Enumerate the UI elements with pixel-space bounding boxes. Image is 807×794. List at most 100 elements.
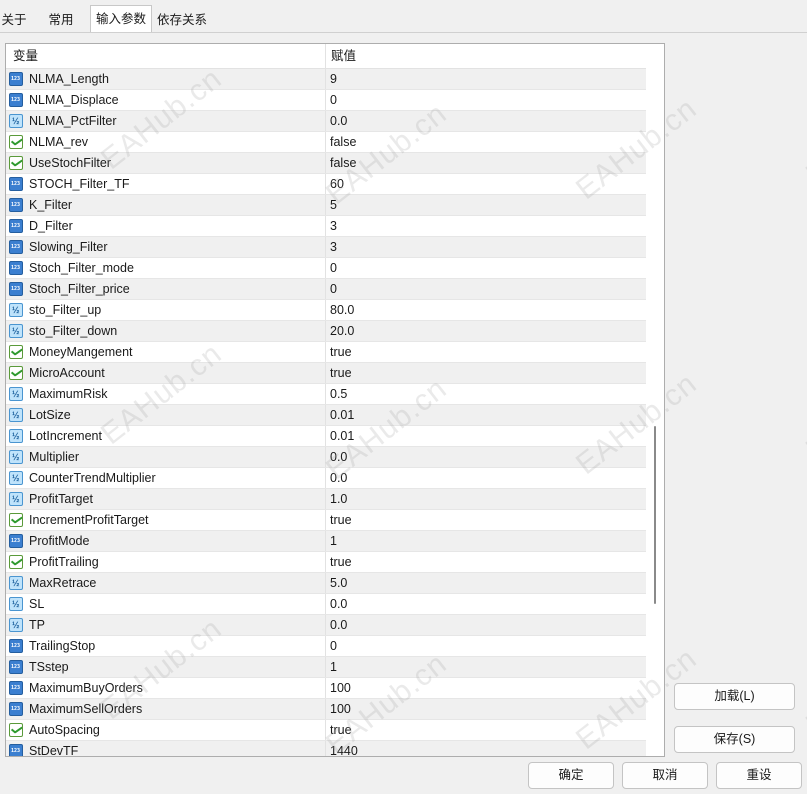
inputs-table: 变量 赋值 NLMA_Length9NLMA_Displace0NLMA_Pct… [5,43,665,757]
variable-cell: sto_Filter_down [6,321,326,341]
table-row[interactable]: NLMA_PctFilter 0.0 [6,111,647,132]
variable-value[interactable]: 3 [330,237,337,257]
table-row[interactable]: IncrementProfitTarget true [6,510,647,531]
table-row[interactable]: sto_Filter_down 20.0 [6,321,647,342]
variable-value[interactable]: false [330,153,356,173]
variable-value[interactable]: 0 [330,279,337,299]
double-type-icon [9,492,23,506]
table-row[interactable]: ProfitMode 1 [6,531,647,552]
variable-value[interactable]: 0 [330,636,337,656]
variable-name: CounterTrendMultiplier [29,471,156,485]
variable-value[interactable]: 1.0 [330,489,347,509]
variable-value[interactable]: 1 [330,657,337,677]
double-type-icon [9,450,23,464]
column-header-variable[interactable]: 变量 [13,44,38,69]
column-separator[interactable] [325,44,326,69]
table-row[interactable]: MaximumSellOrders 100 [6,699,647,720]
vertical-scrollbar[interactable] [646,44,664,756]
table-row[interactable]: Slowing_Filter 3 [6,237,647,258]
tab-dependencies[interactable]: 依存关系 [154,8,210,32]
variable-value[interactable]: 5 [330,195,337,215]
table-row[interactable]: MaxRetrace 5.0 [6,573,647,594]
table-row[interactable]: AutoSpacing true [6,720,647,741]
table-row[interactable]: Multiplier 0.0 [6,447,647,468]
variable-value[interactable]: true [330,510,352,530]
variable-value[interactable]: 3 [330,216,337,236]
variable-value[interactable]: 80.0 [330,300,354,320]
variable-value[interactable]: 1 [330,531,337,551]
save-button[interactable]: 保存(S) [674,726,795,753]
tab-inputs[interactable]: 输入参数 [90,5,152,33]
table-row[interactable]: MaximumRisk 0.5 [6,384,647,405]
variable-value[interactable]: 1440 [330,741,358,756]
variable-value[interactable]: false [330,132,356,152]
bool-type-icon [9,156,23,170]
variable-value[interactable]: 9 [330,69,337,89]
table-row[interactable]: LotSize 0.01 [6,405,647,426]
variable-value[interactable]: 5.0 [330,573,347,593]
variable-value[interactable]: 0.0 [330,111,347,131]
variable-value[interactable]: 0.0 [330,447,347,467]
table-row[interactable]: MaximumBuyOrders 100 [6,678,647,699]
variable-name: LotIncrement [29,429,102,443]
cancel-button[interactable]: 取消 [622,762,708,789]
table-row[interactable]: NLMA_Length 9 [6,69,647,90]
table-row[interactable]: NLMA_rev false [6,132,647,153]
variable-name: SL [29,597,45,611]
tab-about[interactable]: 关于 [0,8,28,32]
table-row[interactable]: MoneyMangement true [6,342,647,363]
reset-button[interactable]: 重设 [716,762,802,789]
table-row[interactable]: TP 0.0 [6,615,647,636]
table-row[interactable]: Stoch_Filter_mode 0 [6,258,647,279]
bool-type-icon [9,366,23,380]
table-row[interactable]: CounterTrendMultiplier 0.0 [6,468,647,489]
int-type-icon [9,219,23,233]
variable-cell: ProfitTarget [6,489,326,509]
load-button[interactable]: 加载(L) [674,683,795,710]
tab-common[interactable]: 常用 [44,8,78,32]
table-row[interactable]: D_Filter 3 [6,216,647,237]
table-row[interactable]: MicroAccount true [6,363,647,384]
variable-value[interactable]: 0.0 [330,468,347,488]
scrollbar-thumb[interactable] [654,426,656,604]
table-row[interactable]: StDevTF 1440 [6,741,647,756]
table-row[interactable]: K_Filter 5 [6,195,647,216]
table-row[interactable]: LotIncrement 0.01 [6,426,647,447]
variable-name: NLMA_Length [29,72,109,86]
table-row[interactable]: ProfitTrailing true [6,552,647,573]
variable-value[interactable]: 20.0 [330,321,354,341]
variable-value[interactable]: 0.0 [330,594,347,614]
table-row[interactable]: ProfitTarget 1.0 [6,489,647,510]
variable-cell: NLMA_Displace [6,90,326,110]
table-row[interactable]: Stoch_Filter_price 0 [6,279,647,300]
table-row[interactable]: SL 0.0 [6,594,647,615]
variable-cell: Stoch_Filter_mode [6,258,326,278]
variable-value[interactable]: 60 [330,174,344,194]
variable-cell: TSstep [6,657,326,677]
variable-name: TSstep [29,660,69,674]
double-type-icon [9,303,23,317]
ok-button[interactable]: 确定 [528,762,614,789]
variable-value[interactable]: true [330,552,352,572]
variable-value[interactable]: 0.01 [330,405,354,425]
variable-cell: NLMA_Length [6,69,326,89]
bool-type-icon [9,135,23,149]
table-row[interactable]: sto_Filter_up 80.0 [6,300,647,321]
variable-value[interactable]: 0 [330,258,337,278]
column-header-value[interactable]: 赋值 [331,44,356,69]
variable-value[interactable]: 0.0 [330,615,347,635]
variable-value[interactable]: true [330,720,352,740]
variable-value[interactable]: 0 [330,90,337,110]
table-row[interactable]: TSstep 1 [6,657,647,678]
variable-value[interactable]: 0.01 [330,426,354,446]
variable-value[interactable]: true [330,363,352,383]
variable-value[interactable]: 0.5 [330,384,347,404]
variable-name: TP [29,618,45,632]
variable-value[interactable]: 100 [330,678,351,698]
table-row[interactable]: UseStochFilter false [6,153,647,174]
table-row[interactable]: NLMA_Displace 0 [6,90,647,111]
variable-value[interactable]: true [330,342,352,362]
variable-value[interactable]: 100 [330,699,351,719]
table-row[interactable]: STOCH_Filter_TF 60 [6,174,647,195]
table-row[interactable]: TrailingStop 0 [6,636,647,657]
